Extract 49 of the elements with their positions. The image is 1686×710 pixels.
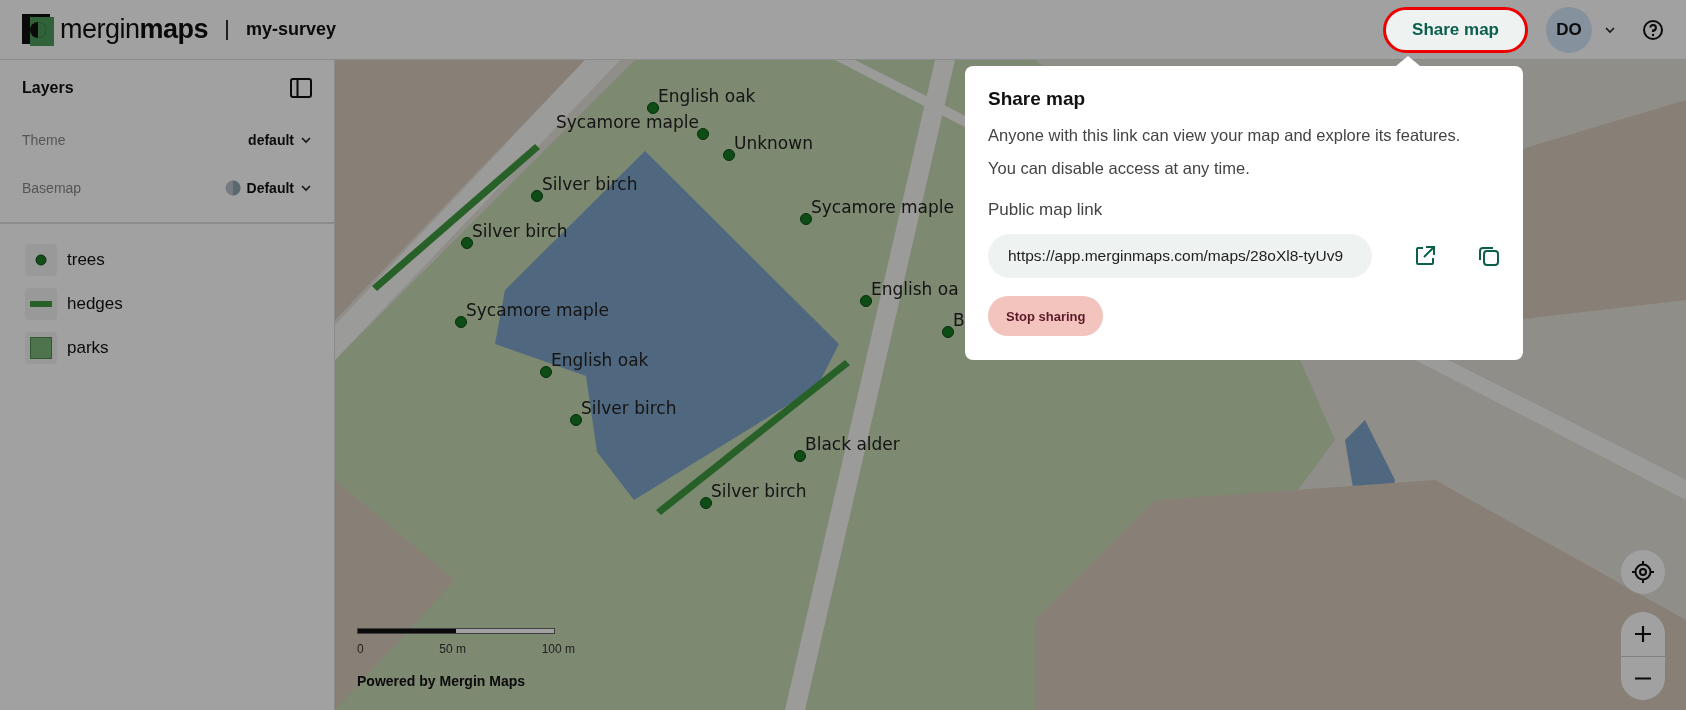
line-symbol-icon [30, 301, 52, 307]
tree-label: Unknown [734, 133, 813, 153]
tree-label: Silver birch [542, 174, 638, 194]
tree-label: Sycamore maple [556, 112, 699, 132]
locate-icon [1631, 560, 1655, 584]
tree-label: English oak [551, 350, 649, 370]
setting-dropdown[interactable]: Default [224, 180, 312, 196]
layer-name[interactable]: trees [67, 250, 105, 270]
tree-label: Silver birch [472, 221, 568, 241]
plus-icon [1634, 625, 1652, 643]
link-field[interactable]: https://app.merginmaps.com/maps/28oXl8-tyUv9 [988, 234, 1372, 278]
tree-label: English oak [658, 86, 756, 106]
scale-label: 100 m [541, 642, 575, 656]
chevron-down-icon [300, 134, 312, 146]
share-map-button[interactable]: Share map [1383, 6, 1528, 53]
zoom-in-button[interactable] [1621, 612, 1665, 656]
setting-label: Theme [22, 132, 66, 148]
wordmark: merginmaps [60, 14, 209, 45]
project-name: my-survey [246, 19, 337, 40]
tree-label: B [953, 310, 965, 330]
tree-label: Silver birch [581, 398, 677, 418]
setting-label: Basemap [22, 180, 82, 196]
tree-label: Silver birch [711, 481, 807, 501]
logo-icon [22, 13, 54, 46]
scale-label: 0 [357, 642, 364, 656]
minus-icon [1634, 677, 1652, 680]
tree-label: Sycamore maple [466, 300, 609, 320]
tree-label: Sycamore maple [811, 197, 954, 217]
layer-name[interactable]: hedges [67, 294, 123, 314]
panel-toggle-icon[interactable] [290, 78, 312, 98]
chevron-down-icon [300, 182, 312, 194]
tree-label: English oa [871, 279, 959, 299]
panel-title: Layers [22, 79, 74, 97]
user-avatar[interactable]: DO [1546, 6, 1592, 53]
tree-label: Black alder [805, 434, 900, 454]
layer-name[interactable]: parks [67, 338, 109, 358]
attribution: Powered by Mergin Maps [357, 673, 526, 689]
field-label: Public map link [988, 200, 1104, 220]
stop-sharing-button[interactable]: Stop sharing [988, 296, 1104, 336]
scale-label: 50 m [439, 642, 466, 656]
help-icon[interactable] [1642, 18, 1664, 41]
popup-title: Share map [988, 88, 1087, 110]
popup-description: Anyone with this link can view your map and explore its features. [988, 126, 1462, 145]
external-link-icon[interactable] [1414, 245, 1436, 267]
globe-icon [224, 180, 241, 196]
point-symbol-icon [35, 254, 47, 266]
popup-description: You can disable access at any time. [988, 159, 1251, 178]
copy-icon[interactable] [1478, 245, 1500, 267]
setting-dropdown[interactable]: default [248, 132, 312, 148]
